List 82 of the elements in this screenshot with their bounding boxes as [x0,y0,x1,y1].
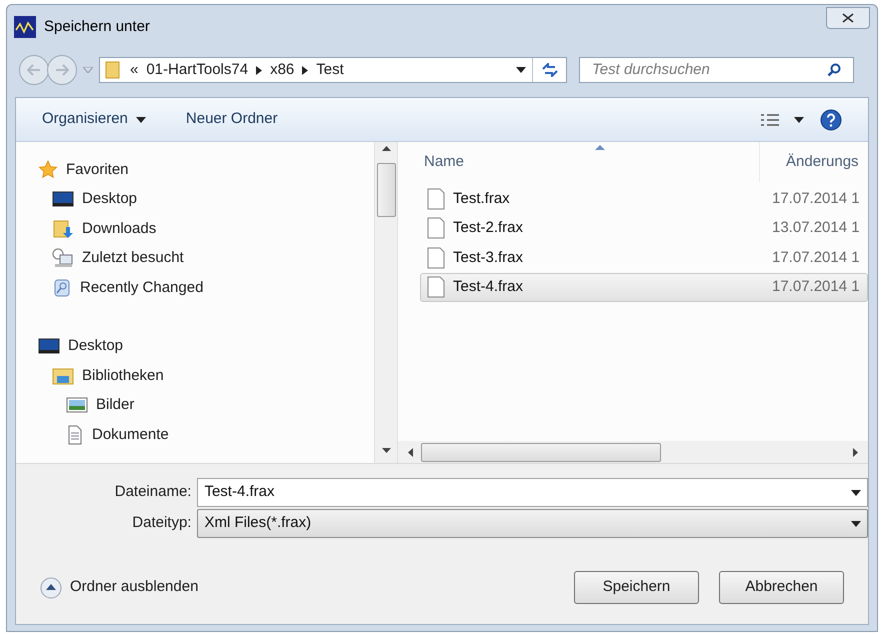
toolbar-button[interactable]: Organisieren [42,108,146,131]
recent-places-icon [52,248,74,268]
file-name: Test-2.frax [453,218,524,238]
refresh-arrows-icon [540,63,558,77]
caret-icon [794,116,804,122]
hide-folders-button[interactable]: Ordner ausblenden [40,576,198,599]
breadcrumb-arrow-icon[interactable] [256,66,262,74]
breadcrumb[interactable]: 01-HartTools74 [146,58,248,82]
file-row[interactable]: Test-3.frax 17.07.2014 1 [420,243,868,272]
breadcrumb[interactable]: x86 [270,58,294,82]
tree-item[interactable]: Recently Changed [80,276,204,299]
tree-item[interactable]: Downloads [82,218,156,240]
dropdown-arrow-icon [516,67,526,73]
collapse-up-icon [40,576,62,598]
picture-icon [66,396,88,414]
libraries-folder-icon [52,366,74,386]
search-box[interactable]: Test durchsuchen [579,57,854,83]
horizontal-scrollbar[interactable] [398,441,868,463]
file-date: 17.07.2014 1 [772,248,860,268]
vertical-scrollbar[interactable] [374,142,398,463]
filename-combo-box[interactable]: Test-4.frax [197,478,868,507]
breadcrumb[interactable]: Test [316,58,344,82]
help-icon[interactable] [820,108,842,130]
folder-icon [104,60,122,80]
monitor-icon [38,337,60,356]
caret-icon [136,116,146,122]
app-logo-icon [14,16,36,38]
tree-item[interactable]: Desktop [68,335,124,358]
breadcrumb[interactable]: « [130,58,138,82]
file-date: 17.07.2014 1 [772,188,860,208]
file-icon [427,188,445,210]
tree-item[interactable]: Bibliotheken [82,364,164,387]
file-icon [427,276,445,298]
dropdown-arrow-icon [851,520,861,526]
filename-input[interactable]: Test-4.frax [204,481,851,504]
back-arrow-icon [27,64,41,76]
toolbar-button[interactable]: Neuer Ordner [186,108,278,131]
file-date: 17.07.2014 1 [772,277,860,297]
field-label: Dateityp: [131,513,192,534]
close-icon [842,13,854,23]
tree-item[interactable]: Bilder [96,394,134,416]
scroll-thumb[interactable] [421,442,661,462]
scroll-down-arrow-icon[interactable] [382,448,390,453]
file-name: Test.frax [453,188,511,208]
star-icon [38,160,58,180]
file-date: 13.07.2014 1 [772,218,860,238]
file-icon [427,217,445,240]
field-label: Dateiname: [114,482,192,502]
list-view-icon [760,112,780,126]
search-input[interactable]: Test durchsuchen [592,58,827,82]
scroll-left-arrow-icon[interactable] [408,448,413,456]
search-folder-icon [52,278,72,298]
scroll-thumb[interactable] [376,163,396,217]
document-icon [66,424,84,445]
tree-item[interactable]: Desktop [82,188,138,210]
column-header[interactable]: Änderungs [759,142,859,182]
file-name: Test-4.frax [453,277,524,297]
scroll-up-arrow-icon[interactable] [382,146,390,151]
tree-item[interactable]: Favoriten [66,158,129,181]
tree-item[interactable]: Dokumente [92,424,169,446]
forward-arrow-icon [55,64,69,76]
tree-item[interactable]: Zuletzt besucht [82,247,184,270]
filetype-dropdown[interactable]: Xml Files(*.frax) [197,509,868,538]
folder-download-icon [52,218,74,239]
dialog-button[interactable]: Speichern [574,571,699,604]
file-name: Test-3.frax [453,248,524,268]
dropdown-arrow-icon [851,490,861,496]
address-bar[interactable]: « 01-HartTools74 x86 Test [99,57,567,83]
window-title: Speichern unter [44,16,150,37]
file-icon [427,246,445,269]
search-icon [827,63,841,77]
file-row[interactable]: Test-2.frax 13.07.2014 1 [420,214,868,243]
file-row[interactable]: Test-4.frax 17.07.2014 1 [420,272,868,302]
view-options-button[interactable] [760,112,804,126]
monitor-icon [52,190,74,208]
dialog-button[interactable]: Abbrechen [719,571,844,604]
file-row[interactable]: Test.frax 17.07.2014 1 [420,184,868,214]
close-button[interactable] [826,7,870,29]
column-header[interactable]: Name [424,150,759,174]
scroll-right-arrow-icon[interactable] [853,448,858,456]
breadcrumb-arrow-icon[interactable] [302,66,308,74]
sort-arrow-icon [595,145,605,150]
